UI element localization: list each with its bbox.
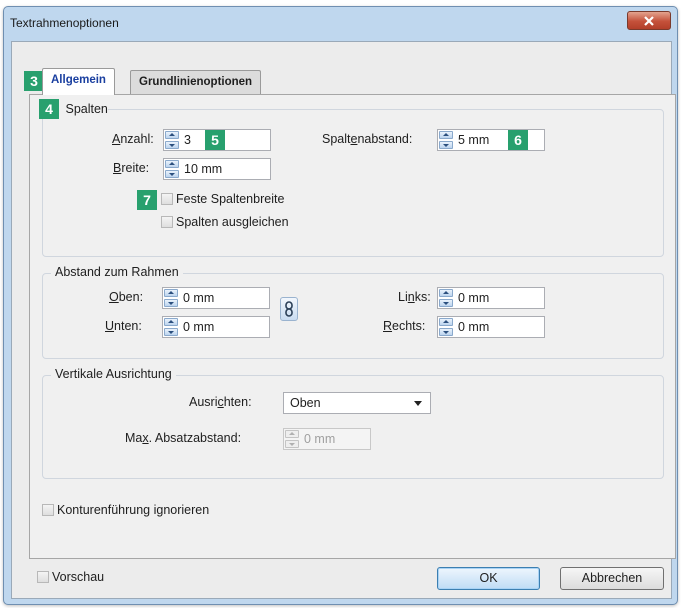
label-max-absatzabstand: Max. Absatzabstand: — [125, 431, 242, 445]
stepper-down-icon[interactable] — [164, 328, 178, 336]
breite-stepper[interactable]: 10 mm — [163, 158, 271, 180]
stepper-down-icon[interactable] — [439, 141, 453, 149]
spalten-ausgleichen-checkbox[interactable]: Spalten ausgleichen — [161, 215, 289, 229]
close-button[interactable] — [627, 11, 671, 30]
group-vertikal: Vertikale Ausrichtung Ausrichten: Oben M… — [42, 367, 664, 479]
chain-link-icon — [285, 301, 293, 317]
label-rechts: Rechts: — [383, 319, 426, 333]
stepper-up-icon — [285, 430, 299, 438]
breite-value: 10 mm — [184, 162, 223, 176]
annotation-badge-spaltenabstand: 6 — [508, 130, 528, 150]
group-title-abstand: Abstand zum Rahmen — [51, 265, 183, 279]
max-absatzabstand-value: 0 mm — [304, 432, 336, 446]
annotation-badge-spalten: 4 — [39, 99, 59, 119]
vorschau-label: Vorschau — [52, 570, 105, 584]
vorschau-checkbox[interactable]: Vorschau — [37, 570, 104, 584]
label-spaltenabstand: Spaltenabstand: — [322, 132, 413, 146]
dialog-title: Textrahmenoptionen — [10, 16, 119, 30]
annotation-badge-feste: 7 — [137, 190, 157, 210]
checkbox-box[interactable] — [42, 504, 54, 516]
links-value: 0 mm — [458, 291, 490, 305]
label-unten: Unten: — [105, 319, 142, 333]
tab-panel-allgemein: 4 Spalten Anzahl: 3 5 Breite: 10 mm Spal… — [29, 94, 676, 559]
stepper-up-icon[interactable] — [164, 289, 178, 297]
annotation-badge-anzahl: 5 — [205, 130, 225, 150]
rechts-value: 0 mm — [458, 320, 490, 334]
group-abstand: Abstand zum Rahmen Oben: 0 mm Unten: 0 m… — [42, 265, 664, 359]
unten-value: 0 mm — [183, 320, 215, 334]
checkbox-box[interactable] — [37, 571, 49, 583]
rechts-stepper[interactable]: 0 mm — [437, 316, 545, 338]
tab-grundlinienoptionen[interactable]: Grundlinienoptionen — [130, 70, 262, 94]
group-spalten-header: 4 Spalten — [39, 99, 108, 119]
stepper-down-icon[interactable] — [164, 299, 178, 307]
feste-spaltenbreite-checkbox[interactable]: Feste Spaltenbreite — [161, 192, 284, 206]
stepper-down-icon — [285, 440, 299, 448]
tab-allgemein[interactable]: Allgemein — [42, 68, 115, 95]
annotation-badge-tabs: 3 — [24, 71, 44, 91]
cancel-button[interactable]: Abbrechen — [560, 567, 664, 590]
title-bar: Textrahmenoptionen — [4, 7, 677, 41]
oben-value: 0 mm — [183, 291, 215, 305]
max-absatzabstand-stepper: 0 mm — [283, 428, 371, 450]
chevron-down-icon — [414, 401, 422, 406]
stepper-up-icon[interactable] — [439, 131, 453, 139]
close-icon — [644, 15, 654, 26]
stepper-up-icon[interactable] — [165, 131, 179, 139]
stepper-down-icon[interactable] — [165, 141, 179, 149]
checkbox-box[interactable] — [161, 216, 173, 228]
unten-stepper[interactable]: 0 mm — [162, 316, 270, 338]
label-anzahl: Anzahl: — [112, 132, 154, 146]
link-margins-button[interactable] — [280, 297, 298, 321]
anzahl-value: 3 — [184, 133, 191, 147]
stepper-up-icon[interactable] — [439, 289, 453, 297]
ausrichten-value: Oben — [290, 396, 321, 410]
ok-button[interactable]: OK — [437, 567, 540, 590]
label-ausrichten: Ausrichten: — [189, 395, 252, 409]
group-title-spalten: Spalten — [65, 102, 108, 116]
label-oben: Oben: — [109, 290, 144, 304]
label-breite: Breite: — [113, 161, 150, 175]
dialog-window: Textrahmenoptionen 3 Allgemein Grundlini… — [3, 6, 678, 605]
spaltenabstand-stepper[interactable]: 5 mm — [437, 129, 545, 151]
feste-spaltenbreite-label: Feste Spaltenbreite — [176, 192, 285, 206]
stepper-down-icon[interactable] — [439, 299, 453, 307]
group-title-vertikal: Vertikale Ausrichtung — [51, 367, 176, 381]
dialog-client: 3 Allgemein Grundlinienoptionen 4 Spalte… — [11, 41, 676, 599]
stepper-down-icon[interactable] — [439, 328, 453, 336]
stepper-up-icon[interactable] — [164, 318, 178, 326]
label-links: Links: — [398, 290, 431, 304]
stepper-down-icon[interactable] — [165, 170, 179, 178]
checkbox-box[interactable] — [161, 193, 173, 205]
links-stepper[interactable]: 0 mm — [437, 287, 545, 309]
spalten-ausgleichen-label: Spalten ausgleichen — [176, 215, 289, 229]
group-spalten: 4 Spalten Anzahl: 3 5 Breite: 10 mm Spal… — [39, 99, 664, 257]
ausrichten-select[interactable]: Oben — [283, 392, 431, 414]
stepper-up-icon[interactable] — [439, 318, 453, 326]
oben-stepper[interactable]: 0 mm — [162, 287, 270, 309]
konturenfuehrung-checkbox[interactable]: Konturenführung ignorieren — [42, 503, 209, 517]
konturenfuehrung-label: Konturenführung ignorieren — [57, 503, 210, 517]
spaltenabstand-value: 5 mm — [458, 133, 490, 147]
stepper-up-icon[interactable] — [165, 160, 179, 168]
